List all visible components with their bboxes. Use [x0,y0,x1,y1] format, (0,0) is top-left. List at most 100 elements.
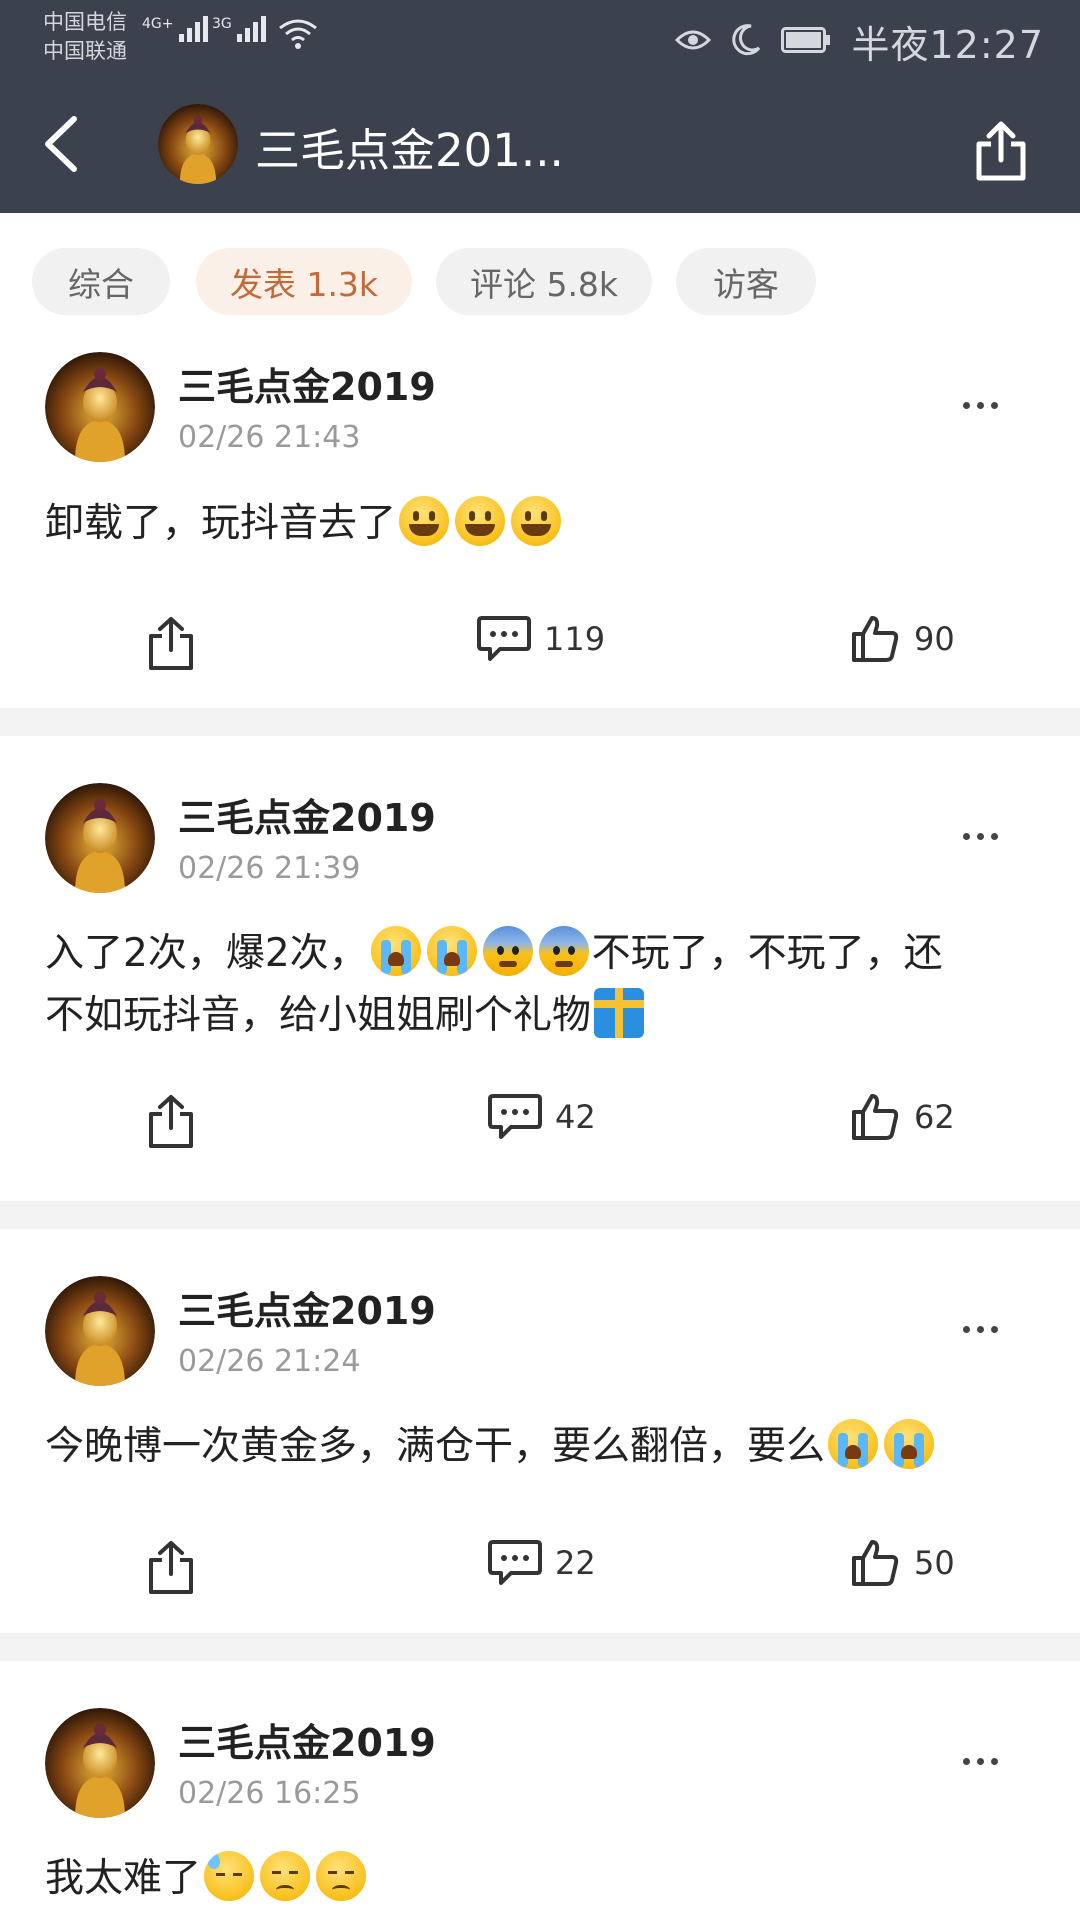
like-count: 90 [914,620,955,658]
fearful-emoji [538,926,589,976]
share-button[interactable] [146,614,196,676]
thumbs-up-icon [852,1540,899,1586]
post-text: 不如玩抖音，给小姐姐刷个礼物 [45,993,592,1038]
eye-comfort-icon [675,28,712,56]
comment-count: 22 [555,1544,596,1582]
more-options-icon[interactable] [963,1326,998,1333]
nav-bar: 三毛点金201... [0,76,1080,213]
tab-overview[interactable]: 综合 [32,248,170,315]
comment-icon [477,616,531,661]
post-text: 我太难了 [45,1856,202,1901]
post-actions: 22 50 [0,1532,1080,1602]
crying-emoji [370,926,421,976]
share-button[interactable] [146,1538,196,1600]
username[interactable]: 三毛点金2019 [178,787,436,842]
post-text: 入了2次，爆2次， [45,931,368,976]
post-feed: 三毛点金2019 02/26 21:43 卸载了，玩抖音去了 119 90 三毛… [0,350,1080,1920]
username[interactable]: 三毛点金2019 [178,1280,436,1335]
crying-emoji [884,1419,935,1469]
post-text: 卸载了，玩抖音去了 [45,501,397,546]
share-icon [149,1095,193,1148]
battery-icon [781,26,831,57]
grin-emoji [399,496,450,546]
avatar[interactable] [158,104,238,184]
comment-button[interactable]: 42 [487,1092,596,1142]
tab-posts[interactable]: 发表 1.3k [196,248,412,315]
fearful-emoji [482,926,533,976]
post-actions: 119 90 [0,608,1080,678]
share-button[interactable] [146,1092,196,1154]
tab-visitors[interactable]: 访客 [676,248,816,315]
comment-button[interactable]: 119 [476,614,605,664]
like-button[interactable]: 90 [850,614,955,664]
post-time: 02/26 21:24 [178,1344,361,1379]
like-button[interactable]: 50 [850,1538,955,1588]
status-bar: 中国电信 中国联通 4G+ 3G 半夜12:27 [0,0,1080,76]
signal-1-icon: 4G+ [142,16,208,42]
grin-emoji [455,496,506,546]
wifi-icon [278,18,318,54]
post-actions: 42 62 [0,1086,1080,1156]
username[interactable]: 三毛点金2019 [178,1712,436,1767]
carrier-info: 中国电信 中国联通 [43,8,127,66]
post-item: 三毛点金2019 02/26 21:24 今晚博一次黄金多，满仓干，要么翻倍，要… [0,1229,1080,1629]
grin-emoji [511,496,562,546]
avatar[interactable] [45,783,155,893]
avatar[interactable] [45,352,155,462]
post-separator [0,1201,1080,1229]
post-content[interactable]: 卸载了，玩抖音去了 [45,493,1035,555]
post-content[interactable]: 我太难了 [45,1848,1035,1910]
more-options-icon[interactable] [963,833,998,840]
back-button[interactable] [38,111,88,177]
tab-comments[interactable]: 评论 5.8k [436,248,652,315]
post-time: 02/26 16:25 [178,1776,361,1811]
more-options-icon[interactable] [963,402,998,409]
post-separator [0,1633,1080,1661]
chevron-left-icon [45,116,77,172]
carrier-2: 中国联通 [43,39,127,63]
gift-emoji [594,988,645,1038]
post-separator [0,708,1080,736]
post-text: 今晚博一次黄金多，满仓干，要么翻倍，要么 [45,1424,826,1469]
post-content[interactable]: 入了2次，爆2次， 不玩了，不玩了，还不如玩抖音，给小姐姐刷个礼物 [45,923,1035,1047]
clock: 半夜12:27 [851,23,1044,67]
signal-2-icon: 3G [212,16,266,42]
avatar[interactable] [45,1276,155,1386]
downcast-sweat-emoji [204,1851,255,1901]
share-icon [976,121,1026,181]
filter-tabs: 综合 发表 1.3k 评论 5.8k 访客 [0,213,1080,351]
username[interactable]: 三毛点金2019 [178,356,436,411]
like-button[interactable]: 62 [850,1092,955,1142]
share-button[interactable] [973,118,1029,186]
more-options-icon[interactable] [963,1758,998,1765]
page-title: 三毛点金201... [255,124,564,177]
network-type-1: 4G+ [142,16,174,32]
post-item: 三毛点金2019 02/26 21:43 卸载了，玩抖音去了 119 90 [0,350,1080,708]
comment-icon [488,1540,542,1585]
comment-button[interactable]: 22 [487,1538,596,1588]
comment-count: 42 [555,1098,596,1136]
post-time: 02/26 21:43 [178,420,361,455]
disappointed-emoji [316,1851,367,1901]
post-time: 02/26 21:39 [178,851,361,886]
thumbs-up-icon [852,616,899,662]
post-item: 三毛点金2019 02/26 21:39 入了2次，爆2次， 不玩了，不玩了，还不… [0,736,1080,1168]
comment-count: 119 [544,620,606,658]
top-bar: 中国电信 中国联通 4G+ 3G 半夜12:27 三毛点金201... [0,0,1080,213]
post-item: 三毛点金2019 02/26 16:25 我太难了 [0,1661,1080,1920]
post-content[interactable]: 今晚博一次黄金多，满仓干，要么翻倍，要么 [45,1416,1035,1478]
carrier-1: 中国电信 [43,10,127,34]
moon-icon [731,23,761,60]
like-count: 62 [914,1098,955,1136]
crying-emoji [426,926,477,976]
network-type-2: 3G [212,16,232,32]
thumbs-up-icon [852,1094,899,1140]
comment-icon [488,1094,542,1139]
share-icon [149,617,193,670]
like-count: 50 [914,1544,955,1582]
crying-emoji [828,1419,879,1469]
avatar[interactable] [45,1708,155,1818]
post-text: 不玩了，不玩了，还 [591,931,943,976]
share-icon [149,1541,193,1594]
disappointed-emoji [260,1851,311,1901]
